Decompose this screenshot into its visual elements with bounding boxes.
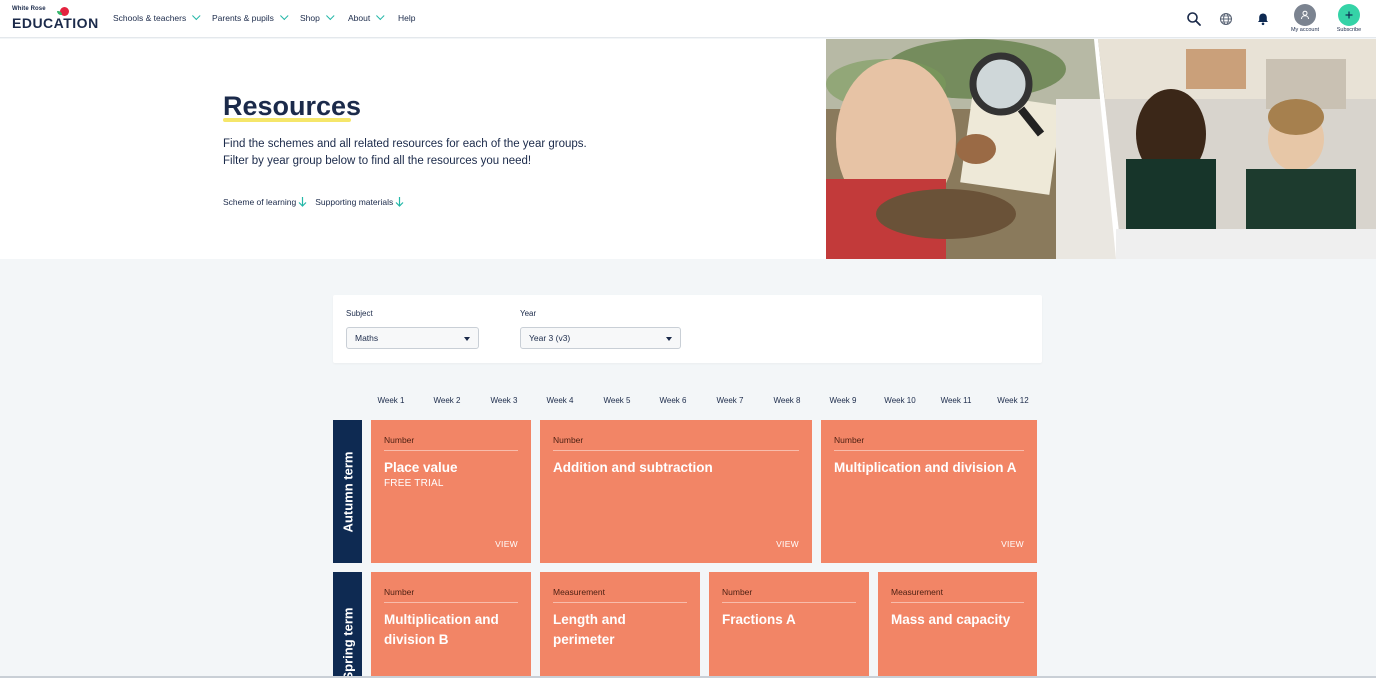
- block-divider: [553, 450, 799, 451]
- week-label: Week 10: [884, 396, 916, 405]
- week-label: Week 2: [433, 396, 461, 405]
- hero-anchor-links: Scheme of learning Supporting materials: [223, 196, 404, 207]
- block-addition-subtraction[interactable]: Number Addition and subtraction VIEW: [540, 420, 812, 563]
- chevron-down-icon: [279, 11, 289, 21]
- nav-shop[interactable]: Shop: [300, 11, 335, 23]
- white-rose-logo[interactable]: White Rose EDUCATION: [12, 6, 98, 32]
- block-length-perimeter[interactable]: Measurement Length and perimeter: [540, 572, 700, 678]
- nav-schools-teachers[interactable]: Schools & teachers: [113, 11, 201, 23]
- week-label: Week 7: [716, 396, 744, 405]
- spring-term-label: Spring term: [333, 572, 362, 678]
- block-title: Mass and capacity: [891, 612, 1011, 627]
- view-link[interactable]: VIEW: [776, 539, 799, 549]
- week-label: Week 12: [997, 396, 1029, 405]
- block-divider: [553, 602, 687, 603]
- arrow-down-icon: [298, 197, 307, 207]
- logo-top-text: White Rose: [12, 6, 46, 12]
- user-icon: [1301, 10, 1309, 20]
- caret-down-icon: [666, 337, 672, 341]
- plus-icon: [1345, 11, 1353, 19]
- supporting-materials-link[interactable]: Supporting materials: [315, 196, 404, 207]
- nav-label: Parents & pupils: [212, 13, 274, 23]
- block-title: Fractions A: [722, 612, 796, 627]
- nav-label: About: [348, 13, 371, 23]
- hero-photo: [826, 39, 1376, 259]
- free-trial-badge: FREE TRIAL: [384, 478, 444, 489]
- chevron-down-icon: [192, 11, 201, 21]
- block-category: Number: [834, 435, 865, 445]
- caret-down-icon: [464, 337, 470, 341]
- subject-value: Maths: [355, 333, 379, 343]
- week-label: Week 4: [546, 396, 574, 405]
- year-value: Year 3 (v3): [529, 333, 571, 343]
- block-divider: [384, 602, 518, 603]
- my-account-avatar[interactable]: [1294, 4, 1316, 26]
- block-title: Multiplication and division A: [834, 460, 1017, 475]
- block-title: Multiplication and division B: [384, 612, 499, 647]
- view-link[interactable]: VIEW: [1001, 539, 1024, 549]
- week-label: Week 5: [603, 396, 631, 405]
- block-divider: [891, 602, 1024, 603]
- nav-parents-pupils[interactable]: Parents & pupils: [212, 11, 289, 23]
- term-name: Autumn term: [340, 451, 355, 532]
- nav-label: Help: [398, 13, 416, 23]
- my-account-label[interactable]: My account: [1285, 27, 1325, 33]
- block-place-value[interactable]: Number Place value FREE TRIAL VIEW: [371, 420, 531, 563]
- block-category: Number: [384, 587, 415, 597]
- globe-icon[interactable]: [1218, 11, 1234, 27]
- autumn-term-label: Autumn term: [333, 420, 362, 563]
- block-category: Number: [553, 435, 584, 445]
- block-multiplication-division-b[interactable]: Number Multiplication and division B: [371, 572, 531, 678]
- block-category: Number: [384, 435, 415, 445]
- filter-card: Subject Maths Year Year 3 (v3): [333, 295, 1042, 363]
- block-multiplication-division-a[interactable]: Number Multiplication and division A VIE…: [821, 420, 1037, 563]
- block-title: Place value: [384, 460, 458, 475]
- scheme-of-learning-link[interactable]: Scheme of learning: [223, 196, 307, 207]
- chevron-down-icon: [376, 11, 385, 21]
- week-label: Week 9: [829, 396, 857, 405]
- subject-label: Subject: [346, 309, 373, 318]
- bell-icon[interactable]: [1255, 11, 1271, 27]
- subscribe-button[interactable]: [1338, 4, 1360, 26]
- link-label: Scheme of learning: [223, 196, 297, 207]
- term-name: Spring term: [340, 607, 355, 678]
- block-category: Measurement: [553, 587, 605, 597]
- search-icon[interactable]: [1186, 11, 1202, 27]
- logo-main-text: EDUCATION: [12, 15, 99, 31]
- nav-about[interactable]: About: [348, 11, 385, 23]
- year-select[interactable]: Year 3 (v3): [520, 327, 681, 349]
- block-fractions-a[interactable]: Number Fractions A: [709, 572, 869, 678]
- view-link[interactable]: VIEW: [495, 539, 518, 549]
- week-label: Week 3: [490, 396, 518, 405]
- week-label: Week 6: [659, 396, 687, 405]
- top-nav: White Rose EDUCATION Schools & teachers …: [0, 0, 1376, 38]
- block-category: Number: [722, 587, 753, 597]
- block-mass-capacity[interactable]: Measurement Mass and capacity: [878, 572, 1037, 678]
- chevron-down-icon: [325, 11, 335, 21]
- arrow-down-icon: [395, 197, 404, 207]
- week-label: Week 1: [377, 396, 405, 405]
- block-title: Length and perimeter: [553, 612, 626, 647]
- subscribe-label[interactable]: Subscribe: [1329, 27, 1369, 33]
- link-label: Supporting materials: [315, 196, 394, 207]
- nav-label: Shop: [300, 13, 320, 23]
- block-divider: [722, 602, 856, 603]
- hero-section: Resources Find the schemes and all relat…: [0, 39, 1376, 259]
- nav-help[interactable]: Help: [398, 13, 415, 23]
- subject-select[interactable]: Maths: [346, 327, 479, 349]
- year-label: Year: [520, 309, 537, 318]
- page-title: Resources: [223, 91, 362, 121]
- nav-label: Schools & teachers: [113, 13, 187, 23]
- block-divider: [834, 450, 1024, 451]
- hero-line-1: Find the schemes and all related resourc…: [223, 138, 587, 150]
- week-label: Week 11: [940, 396, 972, 405]
- block-title: Addition and subtraction: [553, 460, 713, 475]
- hero-description: Find the schemes and all related resourc…: [223, 136, 587, 170]
- block-category: Measurement: [891, 587, 943, 597]
- block-divider: [384, 450, 518, 451]
- week-label: Week 8: [773, 396, 801, 405]
- hero-line-2: Filter by year group below to find all t…: [223, 155, 532, 167]
